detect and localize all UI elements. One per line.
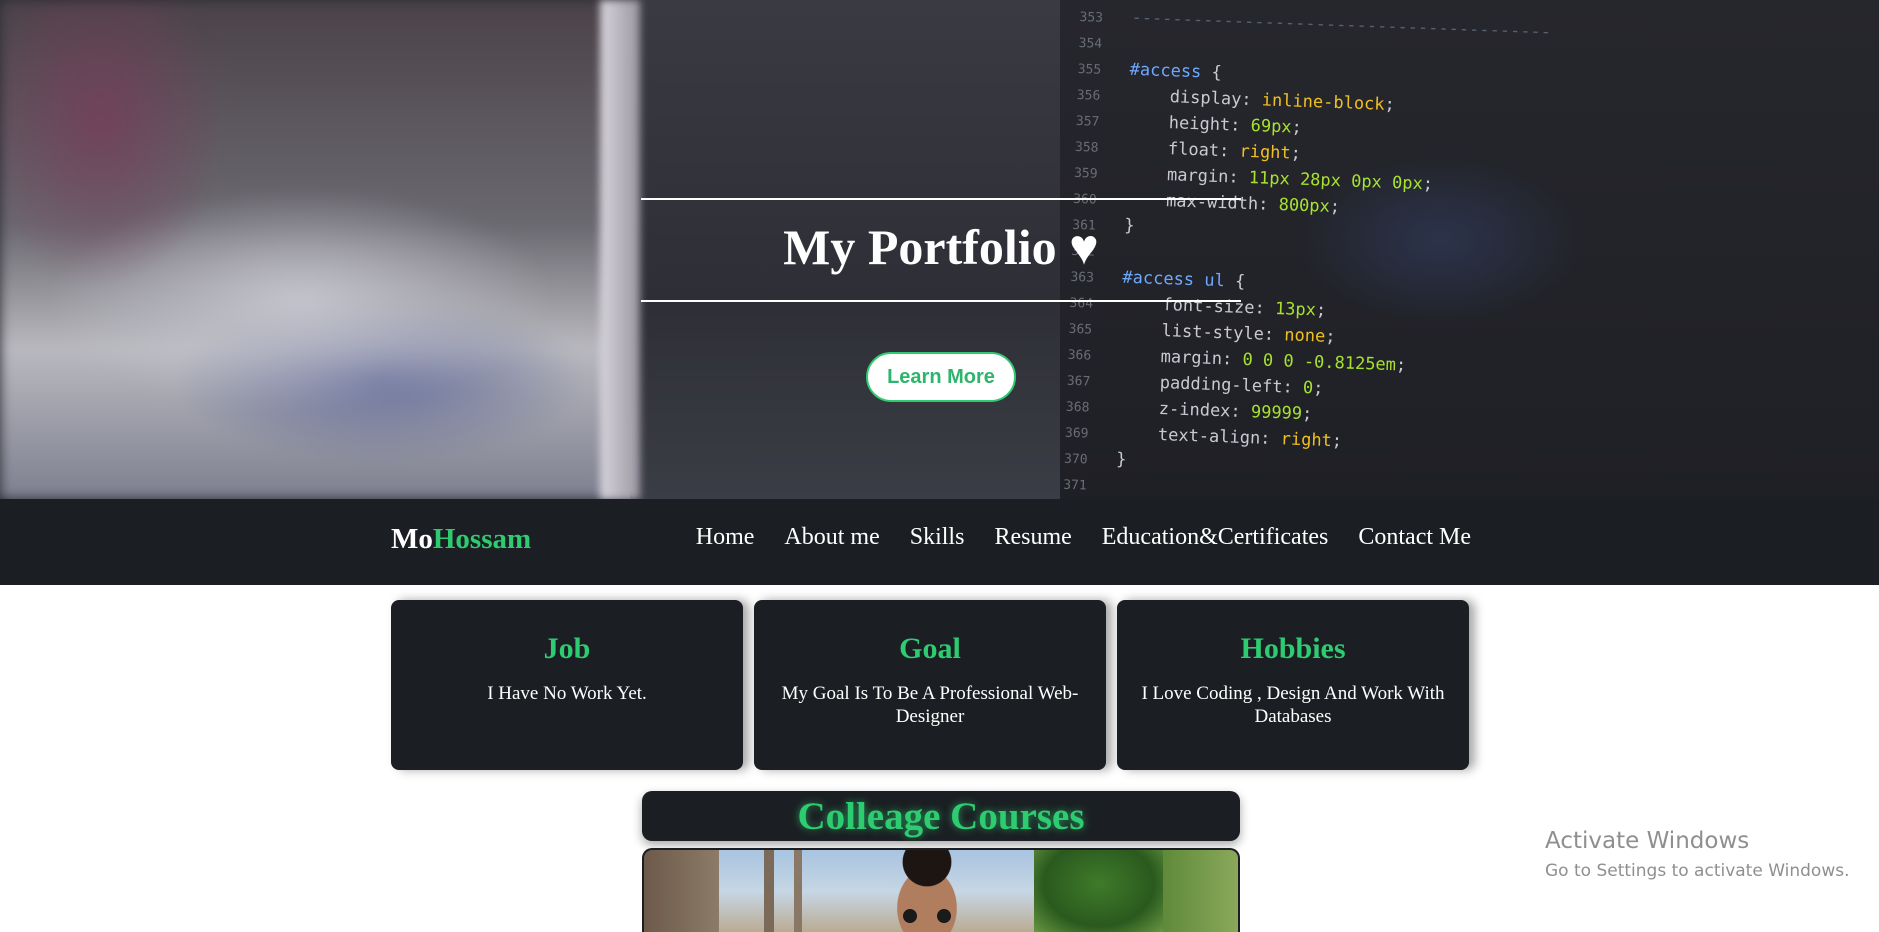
card-text: I Have No Work Yet. — [487, 683, 647, 704]
course-photo — [644, 850, 1238, 932]
code-line-number: 356 — [1076, 87, 1101, 104]
card-title: Goal — [899, 632, 961, 665]
code-line-number: 357 — [1075, 113, 1100, 130]
code-token: float: — [1126, 137, 1240, 162]
code-token: inline-block — [1261, 90, 1385, 115]
code-line-number: 367 — [1066, 373, 1091, 390]
title-top-rule — [641, 198, 1241, 200]
goal-card: Goal My Goal Is To Be A Professional Web… — [754, 600, 1106, 770]
nav-item-resume[interactable]: Resume — [979, 524, 1086, 551]
code-token: ; — [1395, 355, 1407, 376]
code-token: none — [1283, 325, 1326, 347]
code-token: ; — [1312, 378, 1324, 399]
nav-item-skills[interactable]: Skills — [895, 524, 980, 551]
code-token: right — [1239, 141, 1292, 164]
code-token: text-align: — [1116, 423, 1282, 450]
code-line-number: 368 — [1065, 399, 1090, 416]
code-line-number: 370 — [1063, 451, 1088, 468]
code-token: ; — [1422, 174, 1434, 195]
job-card: Job I Have No Work Yet. — [391, 600, 743, 770]
photo-right-edge — [1163, 850, 1238, 932]
code-token: ; — [1301, 404, 1313, 425]
watermark-title: Activate Windows — [1545, 828, 1750, 854]
code-line-number: 364 — [1069, 295, 1094, 312]
code-line-number: 366 — [1067, 347, 1092, 364]
info-cards: Job I Have No Work Yet. Goal My Goal Is … — [391, 600, 1471, 770]
title-bottom-rule — [641, 300, 1241, 302]
card-title: Hobbies — [1240, 632, 1346, 665]
courses-title: Colleage Courses — [797, 795, 1085, 838]
learn-more-button[interactable]: Learn More — [866, 352, 1016, 402]
code-token: list-style: — [1120, 319, 1285, 346]
code-token: 13px — [1274, 298, 1317, 321]
code-line-number: 371 — [1062, 477, 1087, 494]
nav-item-home[interactable]: Home — [681, 524, 770, 551]
blurred-monitor-bezel — [600, 0, 640, 499]
card-title: Job — [543, 632, 591, 665]
card-text: My Goal Is To Be A Professional Web-Desi… — [781, 683, 1079, 727]
nav-item-about-me[interactable]: About me — [769, 524, 894, 551]
nav-menu: Home About me Skills Resume Education&Ce… — [681, 524, 1471, 551]
code-line-number: 359 — [1073, 165, 1098, 182]
photo-palm-trunk — [764, 850, 774, 932]
code-token: z-index: — [1117, 397, 1252, 423]
code-line-number: 360 — [1073, 188, 1126, 214]
code-token: } — [1115, 449, 1127, 470]
code-token: 800px — [1278, 195, 1331, 217]
hobbies-card: Hobbies I Love Coding , Design And Work … — [1117, 600, 1469, 770]
code-token: 0 0 0 -0.8125em — [1242, 349, 1397, 376]
code-token: display: — [1128, 85, 1263, 111]
logo-accent-part: Hossam — [432, 523, 532, 555]
code-token: right — [1280, 429, 1333, 452]
code-token: ; — [1384, 94, 1396, 116]
code-token: ; — [1290, 143, 1302, 164]
code-token: ; — [1331, 431, 1343, 452]
code-token: margin: — [1125, 163, 1250, 188]
nav-item-education-certificates[interactable]: Education&Certificates — [1087, 524, 1344, 551]
code-line-number: 354 — [1078, 35, 1103, 52]
code-token: 69px — [1250, 116, 1292, 138]
code-token: #access — [1129, 59, 1202, 83]
code-token: max-width: — [1124, 189, 1279, 216]
code-token: { — [1200, 62, 1223, 83]
code-token: font-size: — [1121, 293, 1276, 319]
photo-sunglasses — [896, 908, 958, 924]
code-line-number: 369 — [1064, 425, 1089, 442]
code-token: 99999 — [1250, 402, 1303, 424]
hero-section: 353 -------------------------------------… — [0, 0, 1879, 499]
code-line-number: 365 — [1068, 321, 1093, 338]
navbar: MoHossam Home About me Skills Resume Edu… — [0, 499, 1879, 585]
code-token: margin: — [1119, 345, 1243, 370]
courses-slider[interactable] — [642, 848, 1240, 932]
logo-first-part: Mo — [391, 523, 433, 555]
code-token: height: — [1127, 111, 1252, 137]
courses-header: Colleage Courses — [642, 791, 1240, 841]
card-text: I Love Coding , Design And Work With Dat… — [1141, 683, 1445, 727]
watermark-subtitle: Go to Settings to activate Windows. — [1545, 861, 1850, 881]
photo-tree — [1034, 850, 1164, 932]
site-logo[interactable]: MoHossam — [391, 523, 531, 556]
code-token: 11px 28px 0px 0px — [1248, 168, 1424, 195]
blurred-laptop-area — [0, 0, 640, 499]
code-line-number: 358 — [1074, 139, 1099, 156]
code-token: ; — [1315, 300, 1327, 321]
code-line-number: 355 — [1077, 61, 1102, 78]
code-token: ; — [1329, 196, 1341, 218]
photo-left-edge — [644, 850, 719, 932]
code-token: ; — [1324, 326, 1336, 348]
code-line-number: 353 — [1079, 9, 1104, 26]
photo-palm-trunk — [794, 850, 802, 932]
nav-item-contact-me[interactable]: Contact Me — [1343, 524, 1471, 551]
windows-activation-watermark: Activate Windows Go to Settings to activ… — [1545, 826, 1850, 882]
code-token: ; — [1291, 117, 1303, 138]
code-token: padding-left: — [1118, 371, 1304, 399]
page-title: My Portfolio ♥ — [783, 219, 1099, 275]
